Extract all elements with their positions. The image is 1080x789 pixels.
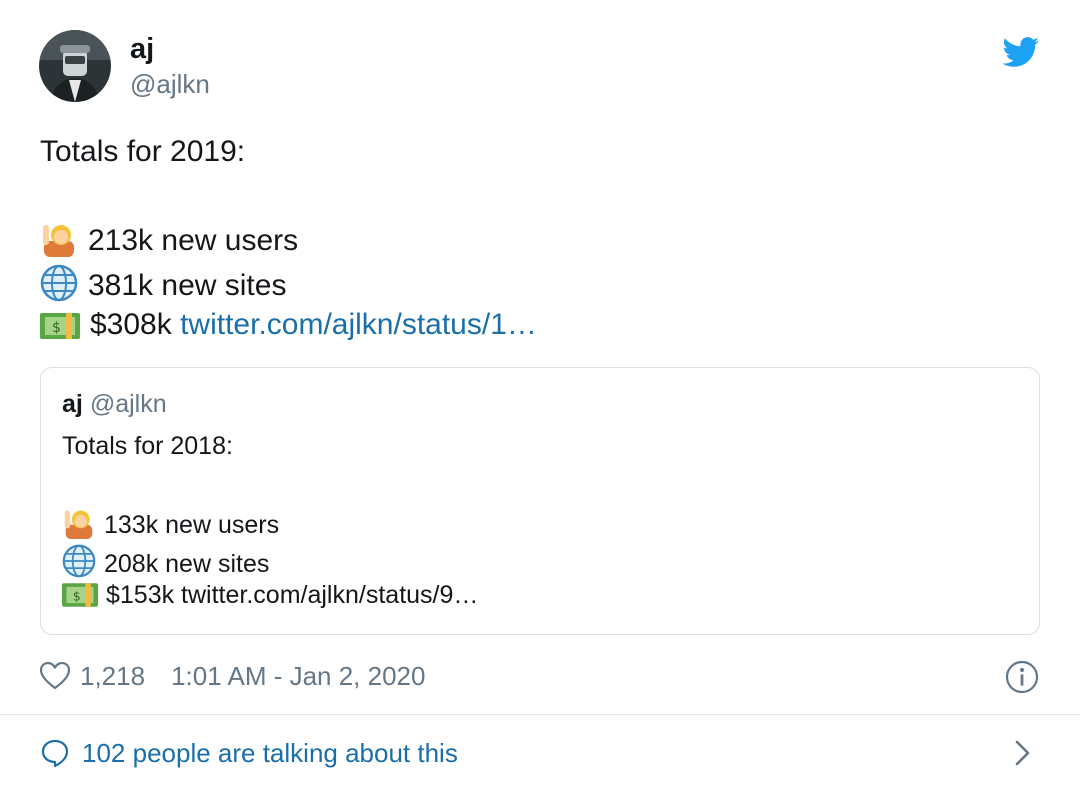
quoted-users-text: 133k new users: [104, 511, 280, 539]
quoted-intro: Totals for 2018:: [62, 432, 233, 460]
quoted-sites-text: 208k new sites: [104, 550, 270, 578]
timestamp[interactable]: 1:01 AM - Jan 2, 2020: [171, 661, 425, 692]
talking-about-text[interactable]: 102 people are talking about this: [82, 738, 458, 769]
author-name[interactable]: aj: [130, 33, 154, 66]
tweet-sites-text: 381k new sites: [88, 269, 287, 302]
globe-icon: [40, 264, 78, 310]
quoted-author-handle: @ajlkn: [89, 390, 167, 418]
twitter-bird-icon[interactable]: [1002, 37, 1040, 68]
like-count[interactable]: 1,218: [80, 661, 145, 692]
chevron-right-icon[interactable]: [1013, 738, 1033, 768]
money-icon: $: [40, 311, 80, 349]
quoted-header: aj @ajlkn: [62, 390, 167, 419]
comment-bubble-icon: [41, 739, 69, 768]
svg-text:$: $: [52, 320, 61, 336]
globe-icon: [62, 544, 96, 585]
svg-text:$: $: [73, 588, 81, 603]
tweet-money-text: $308k: [90, 308, 172, 341]
tweet-intro: Totals for 2019:: [40, 135, 246, 168]
money-icon: $: [62, 581, 98, 616]
tweet-line-sites: 381k new sites: [40, 264, 286, 310]
avatar[interactable]: [39, 30, 111, 102]
quoted-money-text: $153k twitter.com/ajlkn/status/9…: [106, 581, 479, 609]
author-handle[interactable]: @ajlkn: [130, 69, 210, 100]
tweet-users-text: 213k new users: [88, 224, 299, 257]
raising-hand-icon: [40, 221, 78, 265]
raising-hand-icon: [62, 507, 96, 546]
quoted-line-money: $ $153k twitter.com/ajlkn/status/9…: [62, 581, 478, 616]
info-icon[interactable]: [1005, 660, 1039, 694]
divider: [0, 714, 1080, 715]
talking-about-link[interactable]: 102 people are talking about this: [40, 734, 458, 772]
tweet-card: aj @ajlkn Totals for 2019: 213k new user…: [0, 0, 1080, 789]
heart-icon[interactable]: [40, 662, 70, 690]
tweet-link[interactable]: twitter.com/ajlkn/status/1…: [180, 308, 537, 341]
quoted-tweet[interactable]: aj @ajlkn Totals for 2018: 133k new user…: [40, 367, 1040, 635]
tweet-line-money: $ $308k twitter.com/ajlkn/status/1…: [40, 308, 537, 349]
quoted-author-name: aj: [62, 390, 83, 418]
tweet-meta: 1,218 1:01 AM - Jan 2, 2020: [40, 659, 425, 693]
tweet-line-users: 213k new users: [40, 221, 298, 265]
quoted-line-users: 133k new users: [62, 507, 279, 546]
quoted-line-sites: 208k new sites: [62, 544, 269, 585]
